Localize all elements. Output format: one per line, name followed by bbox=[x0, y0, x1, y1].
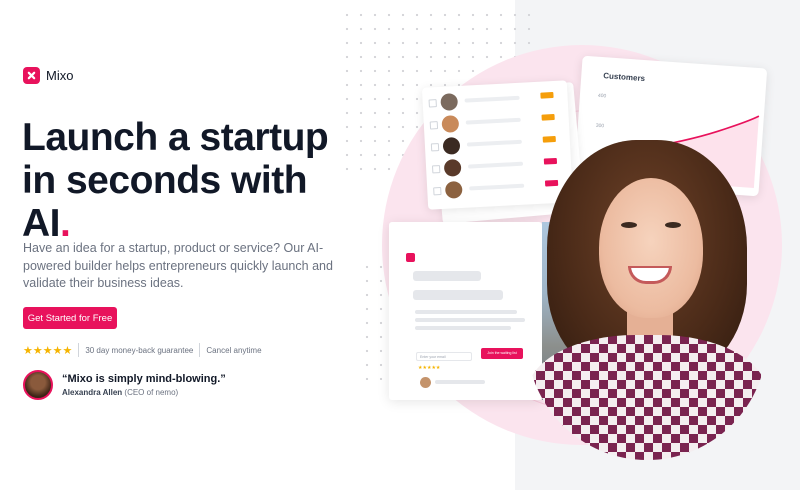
patterned-shirt bbox=[527, 335, 767, 460]
woman-portrait-image bbox=[527, 140, 767, 460]
placeholder-bar bbox=[435, 380, 485, 384]
status-tag bbox=[540, 92, 554, 99]
logo[interactable]: Mixo bbox=[23, 67, 73, 84]
author-role: (CEO of nemo) bbox=[124, 388, 179, 397]
headline-accent-dot: . bbox=[60, 202, 71, 245]
mini-avatar bbox=[420, 377, 431, 388]
mini-rating-stars: ★★★★★ bbox=[418, 365, 441, 371]
placeholder-bar bbox=[465, 117, 521, 125]
placeholder-bar bbox=[415, 318, 525, 322]
checkbox-icon bbox=[433, 187, 442, 196]
placeholder-bar bbox=[466, 139, 522, 147]
avatar bbox=[444, 180, 463, 199]
cancel-text: Cancel anytime bbox=[206, 345, 262, 355]
avatar bbox=[441, 115, 460, 133]
rating-stars: ★★★★★ bbox=[23, 344, 73, 357]
placeholder-bar bbox=[413, 290, 503, 300]
guarantee-text: 30 day money-back guarantee bbox=[85, 345, 194, 355]
status-tag bbox=[541, 113, 555, 121]
logo-text: Mixo bbox=[46, 68, 74, 83]
hero-description: Have an idea for a startup, product or s… bbox=[23, 241, 333, 290]
get-started-button[interactable]: Get Started for Free bbox=[23, 307, 117, 329]
checkbox-icon bbox=[430, 143, 440, 152]
avatar bbox=[442, 136, 461, 155]
hero-headline: Launch a startup in seconds with AI. bbox=[22, 116, 352, 245]
mini-email-input: Enter your email bbox=[416, 352, 472, 361]
placeholder-bar bbox=[464, 95, 520, 103]
logo-x-icon bbox=[23, 67, 40, 84]
checkbox-icon bbox=[431, 165, 441, 174]
placeholder-bar bbox=[415, 326, 511, 330]
divider bbox=[199, 343, 201, 357]
face bbox=[599, 178, 703, 318]
divider bbox=[78, 343, 80, 357]
eye bbox=[621, 222, 637, 228]
landing-page-card: Enter your email Join the waiting list ★… bbox=[389, 222, 542, 400]
placeholder-bar bbox=[469, 183, 525, 191]
avatar bbox=[443, 158, 462, 177]
testimonial-author: Alexandra Allen (CEO of nemo) bbox=[62, 388, 226, 397]
testimonial-avatar bbox=[23, 370, 53, 400]
checkbox-icon bbox=[429, 121, 439, 130]
eye bbox=[665, 222, 681, 228]
placeholder-bar bbox=[415, 310, 517, 314]
avatar bbox=[440, 93, 459, 111]
mini-waitlist-button: Join the waiting list bbox=[481, 348, 523, 359]
page-logo-icon bbox=[406, 253, 415, 262]
checkbox-icon bbox=[428, 99, 437, 108]
trust-bar: ★★★★★ 30 day money-back guarantee Cancel… bbox=[23, 343, 262, 357]
placeholder-bar bbox=[413, 271, 481, 281]
placeholder-bar bbox=[467, 161, 524, 169]
testimonial: “Mixo is simply mind-blowing.” Alexandra… bbox=[23, 370, 226, 400]
testimonial-quote: “Mixo is simply mind-blowing.” bbox=[62, 373, 226, 385]
author-name: Alexandra Allen bbox=[62, 388, 123, 397]
